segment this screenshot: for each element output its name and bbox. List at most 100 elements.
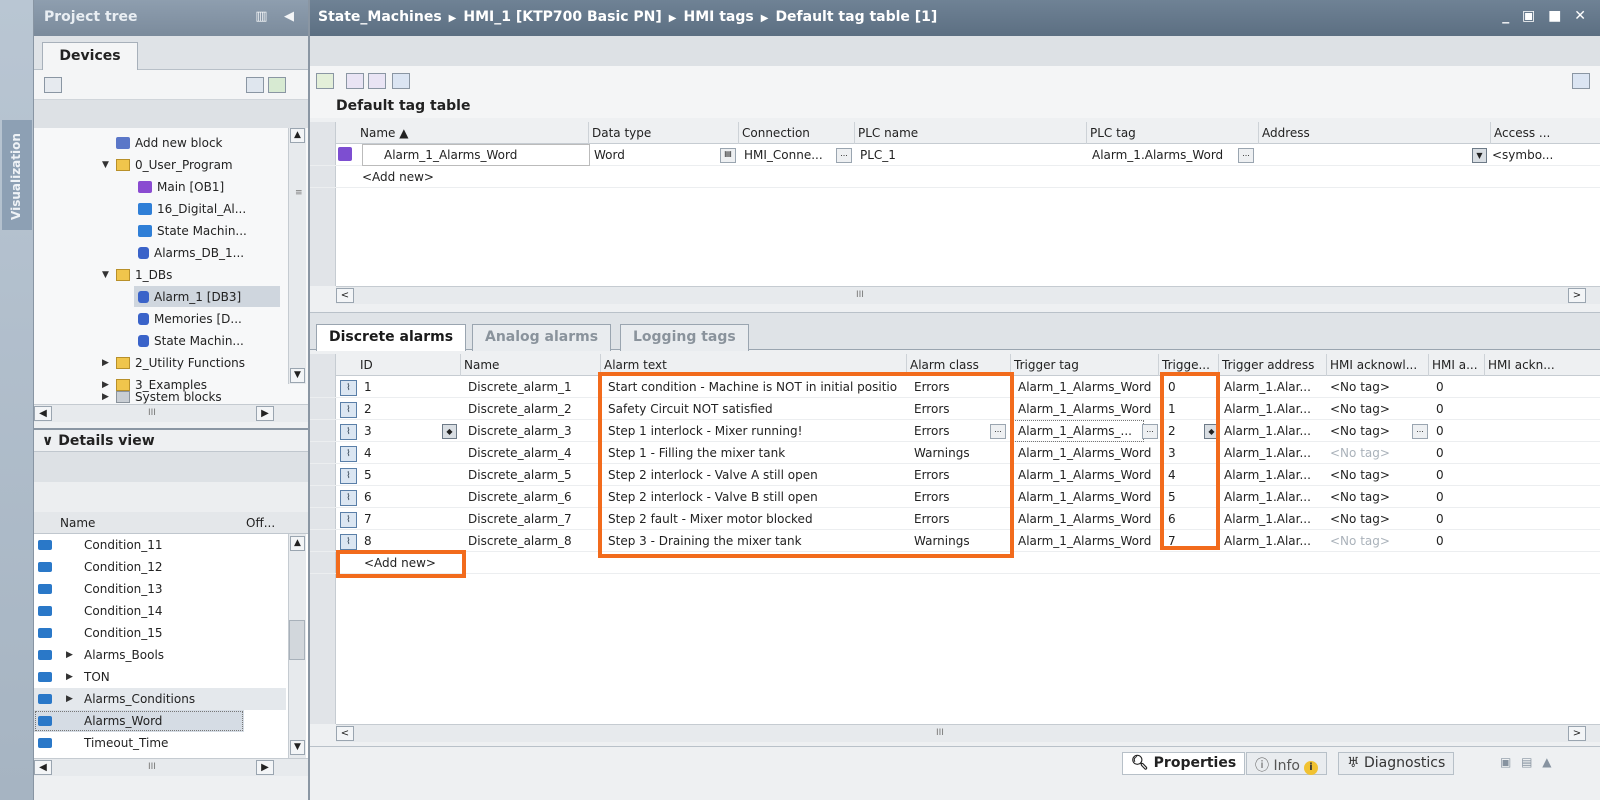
hmi-ack-bit[interactable]: 0: [1436, 446, 1444, 460]
col-hmi-ack-address[interactable]: HMI ackn...: [1488, 358, 1555, 372]
breadcrumb-hmi[interactable]: HMI_1 [KTP700 Basic PN]: [463, 9, 661, 25]
hmi-ack-tag[interactable]: <No tag>: [1330, 490, 1390, 504]
trigger-address[interactable]: Alarm_1.Alar...: [1224, 468, 1311, 482]
trigger-tag[interactable]: Alarm_1_Alarms_...: [1018, 424, 1132, 438]
access-dropdown-icon[interactable]: ▼: [1472, 148, 1487, 163]
col-plc-tag[interactable]: PLC tag: [1090, 126, 1136, 140]
trigger-tag[interactable]: Alarm_1_Alarms_Word: [1018, 402, 1151, 416]
scroll-grip[interactable]: III: [856, 290, 864, 300]
scroll-left-icon[interactable]: <: [336, 288, 354, 303]
hmi-ack-tag[interactable]: <No tag>: [1330, 380, 1390, 394]
col-trigger-bit[interactable]: Trigge...: [1162, 358, 1210, 372]
alarm-name[interactable]: Discrete_alarm_7: [468, 512, 572, 526]
panel-splitter[interactable]: [310, 312, 1600, 320]
expand-down-icon[interactable]: ▼: [102, 270, 111, 280]
trigger-address[interactable]: Alarm_1.Alar...: [1224, 490, 1311, 504]
tab-properties[interactable]: 🔍︎ Properties: [1122, 752, 1246, 775]
details-col-name[interactable]: Name: [60, 516, 95, 530]
scroll-down-icon[interactable]: ▼: [290, 368, 305, 383]
tag-access[interactable]: <symbo...: [1492, 148, 1553, 162]
trigger-address[interactable]: Alarm_1.Alar...: [1224, 424, 1311, 438]
expand-right-icon[interactable]: ▶: [102, 380, 111, 390]
tab-info[interactable]: ⓘ Info i: [1246, 752, 1327, 775]
trigger-address[interactable]: Alarm_1.Alar...: [1224, 380, 1311, 394]
add-new-row[interactable]: <Add new>: [310, 166, 1600, 188]
details-col-offset[interactable]: Off...: [246, 516, 275, 530]
details-item[interactable]: Condition_12: [34, 556, 286, 578]
tag-table-horizontal-scrollbar[interactable]: < III >: [336, 286, 1600, 304]
col-trigger-address[interactable]: Trigger address: [1222, 358, 1314, 372]
details-vertical-scrollbar[interactable]: ▲ ▼: [288, 534, 306, 758]
import-icon[interactable]: [368, 73, 386, 89]
scroll-grip[interactable]: ≡: [295, 188, 303, 198]
alarm-id[interactable]: 1: [364, 380, 372, 394]
table-row[interactable]: Alarm_1_Alarms_Word Word ▤ HMI_Conne... …: [310, 144, 1600, 166]
details-item[interactable]: Condition_13: [34, 578, 286, 600]
alarm-name[interactable]: Discrete_alarm_4: [468, 446, 572, 460]
connection-browse-icon[interactable]: ...: [836, 148, 852, 163]
tree-vertical-scrollbar[interactable]: ▲ ≡ ▼: [288, 128, 306, 384]
view-options-icon[interactable]: [1572, 73, 1590, 89]
alarm-name[interactable]: Discrete_alarm_6: [468, 490, 572, 504]
trigger-tag[interactable]: Alarm_1_Alarms_Word: [1018, 534, 1151, 548]
alarm-name[interactable]: Discrete_alarm_2: [468, 402, 572, 416]
tree-item-state-machine-db[interactable]: State Machin...: [138, 330, 244, 351]
hmi-ack-bit[interactable]: 0: [1436, 380, 1444, 394]
scroll-down-icon[interactable]: ▼: [290, 740, 305, 755]
plc-tag-browse-icon[interactable]: ...: [1238, 148, 1254, 163]
expand-right-icon[interactable]: ▶: [66, 650, 75, 660]
col-name[interactable]: Name: [464, 358, 499, 372]
col-id[interactable]: ID: [360, 358, 373, 372]
tree-item-main-ob1[interactable]: Main [OB1]: [138, 176, 224, 197]
tree-item-alarms-db[interactable]: Alarms_DB_1...: [138, 242, 244, 263]
scroll-grip[interactable]: III: [148, 408, 156, 418]
hmi-ack-bit[interactable]: 0: [1436, 468, 1444, 482]
col-data-type[interactable]: Data type: [592, 126, 651, 140]
tree-item-alarm-1-db3[interactable]: Alarm_1 [DB3]: [134, 286, 280, 307]
tree-item-system-blocks[interactable]: ▶ System blocks: [102, 390, 222, 404]
tab-discrete-alarms[interactable]: Discrete alarms: [316, 324, 467, 351]
scroll-up-icon[interactable]: ▲: [290, 536, 305, 551]
export-icon[interactable]: [346, 73, 364, 89]
tab-devices[interactable]: Devices: [42, 42, 138, 71]
alarms-horizontal-scrollbar[interactable]: < III >: [336, 724, 1600, 742]
details-view-header[interactable]: ∨ Details view: [34, 428, 308, 452]
trigger-address[interactable]: Alarm_1.Alar...: [1224, 512, 1311, 526]
hmi-ack-bit[interactable]: 0: [1436, 424, 1444, 438]
sync-tags-icon[interactable]: [392, 73, 410, 89]
scroll-grip[interactable]: III: [936, 728, 944, 738]
details-item[interactable]: Timeout_Time: [34, 732, 286, 754]
tag-plc-tag[interactable]: Alarm_1.Alarms_Word: [1092, 148, 1223, 162]
tab-logging-tags[interactable]: Logging tags: [620, 324, 749, 351]
scroll-left-icon[interactable]: <: [336, 726, 354, 741]
alarm-name[interactable]: Discrete_alarm_8: [468, 534, 572, 548]
tree-horizontal-scrollbar[interactable]: ◀ III ▶: [34, 404, 308, 422]
hmi-ack-bit[interactable]: 0: [1436, 490, 1444, 504]
alarm-id[interactable]: 7: [364, 512, 372, 526]
collapse-panel-icon[interactable]: ▥ ◀: [255, 9, 300, 24]
expand-right-icon[interactable]: ▶: [66, 694, 75, 704]
alarm-id[interactable]: 5: [364, 468, 372, 482]
col-hmi-ack-tag[interactable]: HMI acknowl...: [1330, 358, 1417, 372]
details-item[interactable]: ▶ Alarms_Bools: [34, 644, 286, 666]
trigger-tag[interactable]: Alarm_1_Alarms_Word: [1018, 446, 1151, 460]
tree-item-utility-functions[interactable]: ▶ 2_Utility Functions: [102, 352, 245, 373]
breadcrumb-hmi-tags[interactable]: HMI tags: [684, 9, 754, 25]
alarm-name[interactable]: Discrete_alarm_5: [468, 468, 572, 482]
details-item[interactable]: Alarms_Word: [34, 710, 244, 732]
add-new-tag[interactable]: <Add new>: [362, 170, 434, 184]
tag-plc-name[interactable]: PLC_1: [860, 148, 896, 162]
hmi-ack-browse-icon[interactable]: ...: [1412, 424, 1428, 439]
col-plc-name[interactable]: PLC name: [858, 126, 918, 140]
col-alarm-class[interactable]: Alarm class: [910, 358, 979, 372]
alarm-id[interactable]: 6: [364, 490, 372, 504]
scroll-right-icon[interactable]: >: [1568, 726, 1586, 741]
hmi-ack-tag[interactable]: <No tag>: [1330, 468, 1390, 482]
col-trigger-tag[interactable]: Trigger tag: [1014, 358, 1079, 372]
hmi-ack-tag[interactable]: <No tag>: [1330, 512, 1390, 526]
inspector-window-controls[interactable]: ▣ ▤ ▲: [1500, 755, 1555, 769]
scroll-left-icon[interactable]: ◀: [34, 406, 52, 421]
alarm-id[interactable]: 8: [364, 534, 372, 548]
expand-right-icon[interactable]: ▶: [102, 358, 111, 368]
overview-icon[interactable]: [44, 77, 62, 93]
